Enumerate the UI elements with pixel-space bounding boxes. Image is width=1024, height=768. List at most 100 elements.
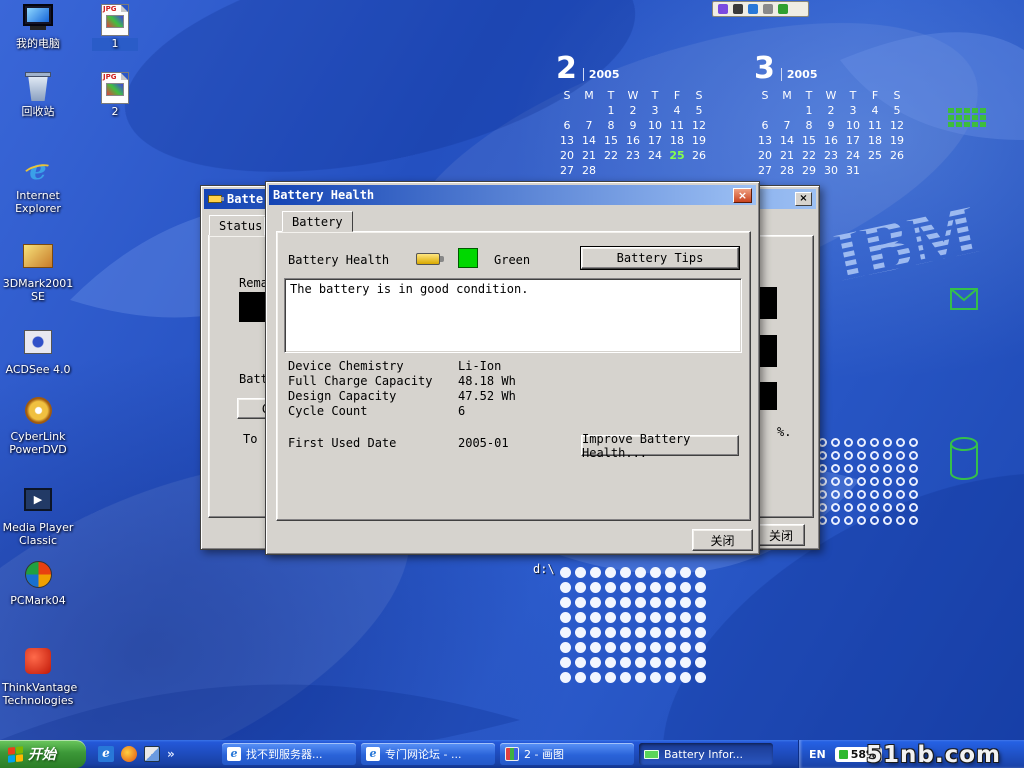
- close-icon[interactable]: ×: [733, 188, 752, 203]
- calendar-date: 30: [820, 164, 842, 176]
- speaker-icon[interactable]: [718, 4, 728, 14]
- calendar-day-header: M: [578, 89, 600, 101]
- calendar-date: 8: [798, 119, 820, 131]
- decor-dot: [909, 464, 918, 473]
- display-icon[interactable]: [748, 4, 758, 14]
- taskbar-task-button[interactable]: e找不到服务器...: [222, 743, 356, 765]
- desktop-icon-pcmark04[interactable]: PCMark04: [2, 560, 74, 608]
- calendar-date: 21: [578, 149, 600, 161]
- taskbar-task-button[interactable]: e 专门网论坛 - ...: [361, 743, 495, 765]
- decor-dot: [650, 567, 661, 578]
- calendar-date: 22: [798, 149, 820, 161]
- desktop-icon-recycle-bin[interactable]: 回收站: [2, 72, 74, 119]
- desktop-file-2[interactable]: JPG2: [92, 72, 138, 119]
- acdsee-icon: [21, 330, 55, 362]
- media-player-classic-icon: ▶: [21, 488, 55, 520]
- ie-icon: e: [366, 747, 380, 761]
- internet-explorer-icon: e: [21, 156, 55, 188]
- decor-dot: [560, 582, 571, 593]
- powerdvd-icon: [21, 397, 55, 429]
- calendar-date: 10: [842, 119, 864, 131]
- field-value: 47.52 Wh: [458, 389, 516, 404]
- condition-textbox[interactable]: The battery is in good condition.: [284, 278, 742, 353]
- language-indicator[interactable]: EN: [809, 748, 826, 761]
- media-player-icon[interactable]: [121, 746, 137, 762]
- close-button-back[interactable]: 关闭: [757, 524, 805, 546]
- battery-icon: [839, 750, 848, 759]
- close-button[interactable]: 关闭: [692, 529, 753, 551]
- calendar-date: [886, 164, 908, 176]
- start-label: 开始: [28, 744, 56, 764]
- calendar-date: 2: [622, 104, 644, 116]
- desktop-icon-acdsee[interactable]: ACDSee 4.0: [2, 328, 74, 377]
- keyboard-icon[interactable]: [763, 4, 773, 14]
- decor-dot: [620, 582, 631, 593]
- desktop-icon-label: CyberLink PowerDVD: [2, 431, 74, 456]
- internet-explorer-icon[interactable]: e: [98, 746, 114, 762]
- field-label: Design Capacity: [288, 389, 458, 404]
- chevron-right-icon[interactable]: »: [167, 747, 175, 761]
- dot-grid-filled: [560, 567, 706, 683]
- health-color-swatch: [458, 248, 478, 268]
- calendar-date: 22: [600, 149, 622, 161]
- decor-dot: [590, 672, 601, 683]
- desktop-icon-powerdvd[interactable]: CyberLink PowerDVD: [2, 396, 74, 456]
- improve-battery-health-button[interactable]: Improve Battery Health...: [581, 435, 739, 456]
- decor-dot: [560, 672, 571, 683]
- calendar-date: 7: [776, 119, 798, 131]
- desktop-file-1[interactable]: JPG1: [92, 4, 138, 51]
- decor-dot: [590, 582, 601, 593]
- tab-battery[interactable]: Battery: [282, 211, 353, 232]
- decor-dot: [870, 503, 879, 512]
- decor-dot: [650, 612, 661, 623]
- taskbar-task-button[interactable]: 2 - 画图: [500, 743, 634, 765]
- decor-dot: [896, 477, 905, 486]
- volume-icon[interactable]: [733, 4, 743, 14]
- calendar-day-header: F: [864, 89, 886, 101]
- decor-dot: [883, 516, 892, 525]
- show-desktop-icon[interactable]: [144, 746, 160, 762]
- thumbnail: [106, 15, 124, 28]
- decor-dot: [883, 451, 892, 460]
- battery-icon: [644, 750, 659, 759]
- calendar-date: 26: [688, 149, 710, 161]
- decor-dot: [575, 657, 586, 668]
- desktop-icon-label: 3DMark2001 SE: [2, 278, 74, 303]
- calendar-date: 23: [820, 149, 842, 161]
- desktop-icon-label: PCMark04: [2, 595, 74, 608]
- battery-tips-button[interactable]: Battery Tips: [581, 247, 739, 269]
- tab-status[interactable]: Status: [209, 215, 272, 236]
- calendar-day-header: S: [688, 89, 710, 101]
- calendar-date: 6: [556, 119, 578, 131]
- calendar-date: 31: [842, 164, 864, 176]
- desktop-icon-label: Internet Explorer: [2, 190, 74, 215]
- desktop-icon-thinkvantage[interactable]: ThinkVantage Technologies: [2, 646, 74, 707]
- calendar-date: 15: [798, 134, 820, 146]
- desktop-icon-media-player-classic[interactable]: ▶Media Player Classic: [2, 486, 74, 547]
- desktop-icon-internet-explorer[interactable]: eInternet Explorer: [2, 156, 74, 215]
- dot-grid-rings: [818, 438, 918, 525]
- close-icon[interactable]: ×: [795, 192, 812, 206]
- start-button[interactable]: 开始: [0, 740, 86, 768]
- decor-dot: [844, 516, 853, 525]
- decor-dot: [635, 672, 646, 683]
- taskbar-task-button[interactable]: Battery Infor...: [639, 743, 773, 765]
- decor-dot: [896, 464, 905, 473]
- calendar-date: 7: [578, 119, 600, 131]
- calendar-date: 25: [864, 149, 886, 161]
- decor-dot: [870, 451, 879, 460]
- desktop-icon-my-computer[interactable]: 我的电脑: [2, 4, 74, 51]
- decor-dot: [909, 438, 918, 447]
- task-label: 专门网论坛 - ...: [385, 746, 461, 762]
- decor-dot: [680, 657, 691, 668]
- calendar-date: 18: [666, 134, 688, 146]
- calendar-day-header: T: [842, 89, 864, 101]
- field-value: Li-Ion: [458, 359, 501, 374]
- desktop-icon-3dmark2001[interactable]: 3DMark2001 SE: [2, 242, 74, 303]
- calendar-date: 20: [556, 149, 578, 161]
- power-icon[interactable]: [778, 4, 788, 14]
- decor-dot: [650, 582, 661, 593]
- calendar-date: 2: [820, 104, 842, 116]
- decor-dot: [635, 597, 646, 608]
- decor-dot: [870, 464, 879, 473]
